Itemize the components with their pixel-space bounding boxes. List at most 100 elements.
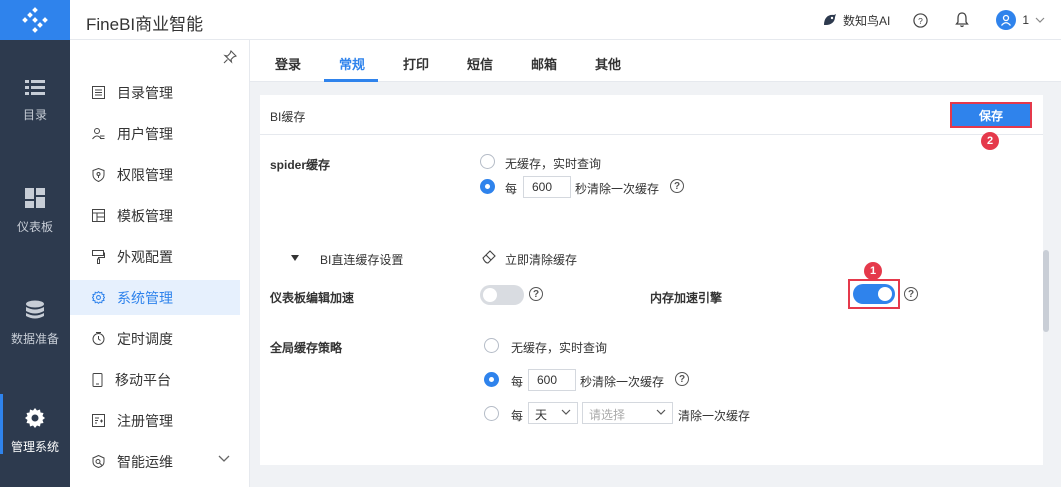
tab-email[interactable]: 邮箱 [531, 54, 557, 73]
global-every2-label: 每 [511, 409, 524, 423]
ai-assistant-button[interactable]: 数知鸟AI [822, 12, 890, 29]
menu-item-permissions[interactable]: 权限管理 [70, 157, 240, 192]
tab-login[interactable]: 登录 [275, 54, 301, 73]
tab-general[interactable]: 常规 [339, 54, 365, 73]
top-bar: FineBI商业智能 数知鸟AI ? 1 [0, 0, 1061, 40]
step-badge-1: 1 [864, 262, 882, 280]
step-badge-2: 2 [981, 132, 999, 150]
menu-item-schedule[interactable]: 定时调度 [70, 321, 240, 356]
menu-label: 移动平台 [115, 371, 171, 388]
help-icon[interactable]: ? [529, 287, 543, 301]
menu-item-appearance[interactable]: 外观配置 [70, 239, 240, 274]
nav-item-data-prep[interactable]: 数据准备 [0, 300, 70, 347]
broom-icon [482, 250, 496, 264]
global-suffix-label: 秒清除一次缓存 [580, 375, 665, 389]
global-seconds-input[interactable]: 600 [528, 369, 576, 391]
logo-icon[interactable] [0, 0, 70, 40]
global-no-cache-radio[interactable] [484, 338, 499, 353]
direct-cache-label: BI直连缓存设置 [320, 253, 404, 267]
scrollbar[interactable] [1043, 250, 1049, 332]
nav-item-catalog[interactable]: 目录 [0, 80, 70, 123]
menu-item-ops[interactable]: 智能运维 [70, 444, 240, 479]
menu-item-system[interactable]: 系统管理 [70, 280, 240, 315]
global-period-radio[interactable] [484, 406, 499, 421]
period-select[interactable]: 天 [528, 402, 578, 424]
menu-label: 定时调度 [117, 330, 173, 347]
tab-bar: 登录 常规 打印 短信 邮箱 其他 [250, 40, 1061, 82]
menu-label: 目录管理 [117, 84, 173, 101]
tab-print[interactable]: 打印 [403, 54, 429, 73]
dashboard-accel-toggle[interactable] [480, 285, 524, 305]
menu-item-mobile[interactable]: 移动平台 [70, 362, 240, 397]
paint-icon [92, 249, 105, 264]
dashboard-accel-label: 仪表板编辑加速 [270, 291, 355, 305]
menu-item-catalog[interactable]: 目录管理 [70, 75, 240, 110]
pin-icon[interactable] [223, 50, 237, 67]
bell-icon[interactable] [954, 12, 970, 28]
nav-label: 目录 [22, 108, 47, 122]
menu-item-templates[interactable]: 模板管理 [70, 198, 240, 233]
period-value: 天 [535, 408, 548, 422]
user-menu[interactable]: 1 [996, 10, 1045, 30]
nav-label: 管理系统 [10, 440, 59, 454]
menu-item-register[interactable]: 注册管理 [70, 403, 240, 438]
ai-label: 数知鸟AI [842, 13, 891, 28]
chevron-down-icon [656, 409, 666, 415]
menu-item-users[interactable]: 用户管理 [70, 116, 240, 151]
memory-engine-label: 内存加速引擎 [650, 291, 723, 305]
svg-text:?: ? [918, 15, 923, 25]
global-no-cache-label: 无缓存，实时查询 [511, 341, 608, 355]
chevron-down-icon [1035, 17, 1045, 23]
tab-active-indicator [324, 79, 378, 82]
nav-label: 仪表板 [16, 220, 53, 234]
time-select[interactable]: 请选择 [582, 402, 673, 424]
spider-suffix-label: 秒清除一次缓存 [575, 182, 660, 196]
nav-item-admin[interactable]: 管理系统 [0, 394, 70, 455]
menu-label: 系统管理 [117, 289, 173, 306]
dashboard-icon [25, 188, 45, 208]
global-cache-label: 全局缓存策略 [270, 341, 343, 355]
help-icon[interactable]: ? [675, 372, 689, 386]
ops-icon [92, 455, 105, 468]
shield-icon [92, 167, 105, 182]
user-icon [92, 128, 105, 140]
spider-cache-label: spider缓存 [270, 158, 331, 172]
save-button[interactable]: 保存 [950, 102, 1032, 128]
caret-down-icon[interactable] [291, 255, 299, 261]
global-every-label: 每 [511, 375, 524, 389]
toggle-switch [853, 284, 895, 304]
panel-header: BI缓存 保存 [260, 95, 1043, 135]
register-icon [92, 414, 105, 427]
chevron-down-icon [561, 409, 571, 415]
template-icon [92, 209, 105, 222]
clear-cache-now-link[interactable]: 立即清除缓存 [505, 251, 577, 268]
clock-icon [92, 332, 105, 345]
tab-sms[interactable]: 短信 [467, 54, 493, 73]
memory-engine-toggle[interactable] [848, 279, 900, 309]
menu-label: 外观配置 [117, 248, 173, 265]
help-icon[interactable]: ? [904, 287, 918, 301]
help-icon[interactable]: ? [670, 179, 684, 193]
time-placeholder: 请选择 [589, 408, 626, 422]
gear-icon [92, 291, 105, 304]
nav-item-dashboard[interactable]: 仪表板 [0, 188, 70, 235]
help-icon[interactable]: ? [912, 12, 928, 28]
tab-other[interactable]: 其他 [595, 54, 621, 73]
spider-seconds-input[interactable]: 600 [523, 176, 571, 198]
database-icon [26, 300, 44, 319]
spider-interval-radio[interactable] [480, 179, 495, 194]
global-interval-radio[interactable] [484, 372, 499, 387]
sub-menu: 目录管理 用户管理 权限管理 模板管理 外观配置 系统管理 定时调度 移动平台 … [70, 40, 250, 487]
spider-every-label: 每 [505, 182, 518, 196]
bird-icon [823, 14, 836, 25]
global-suffix2-label: 清除一次缓存 [678, 409, 751, 423]
left-nav: 目录 仪表板 数据准备 管理系统 [0, 40, 70, 487]
menu-label: 模板管理 [117, 207, 173, 224]
user-name: 1 [1022, 13, 1029, 27]
panel-title: BI缓存 [270, 110, 306, 124]
gear-icon [25, 408, 45, 428]
menu-label: 权限管理 [117, 166, 173, 183]
app-title: FineBI商业智能 [86, 15, 204, 34]
spider-no-cache-radio[interactable] [480, 154, 495, 169]
chevron-down-icon [218, 455, 230, 462]
